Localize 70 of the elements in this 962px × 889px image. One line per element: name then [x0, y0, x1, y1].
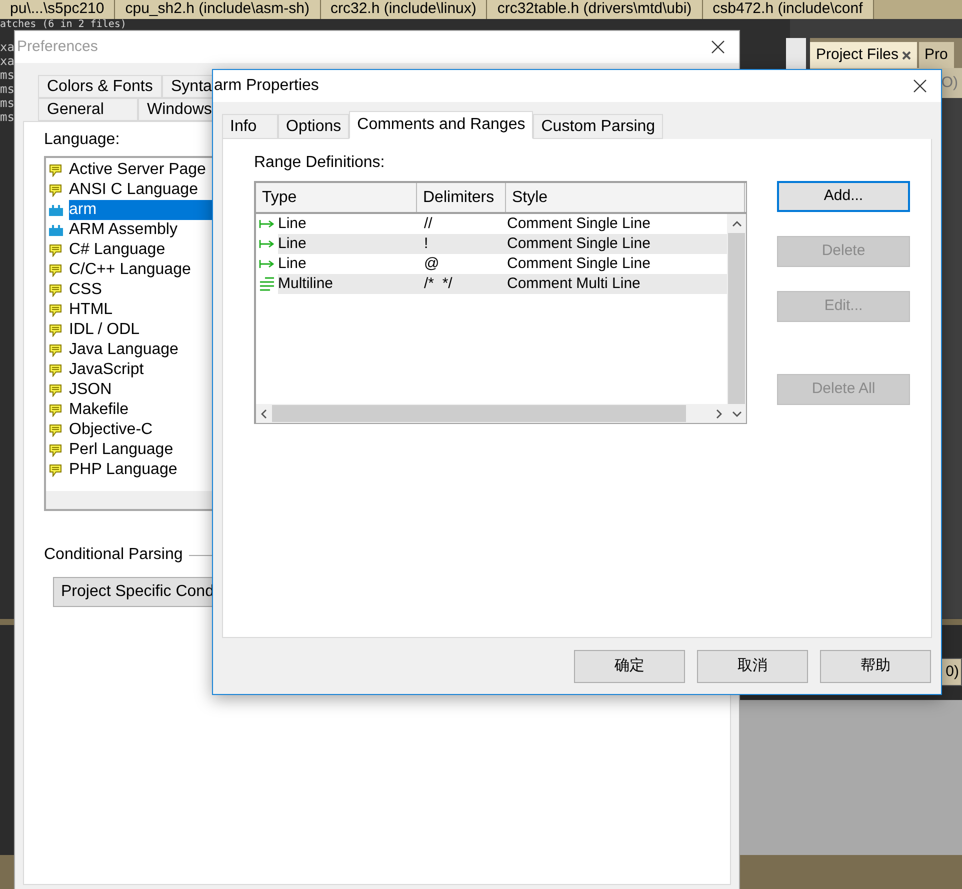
table-cell-text: Line	[278, 234, 308, 254]
window-title: Preferences	[17, 36, 98, 57]
tab[interactable]: Colors & Fonts	[38, 75, 162, 98]
table-cell-text: Comment Multi Line	[507, 274, 640, 294]
table-cell-text: Comment Single Line	[507, 254, 650, 274]
range-definitions-label: Range Definitions:	[254, 153, 386, 173]
tab[interactable]: Custom Parsing	[533, 114, 664, 139]
table-cell-text: !	[423, 234, 430, 254]
speech-bubble-icon	[49, 384, 63, 396]
speech-bubble-icon	[49, 444, 63, 456]
speech-bubble-icon	[49, 364, 63, 376]
tab[interactable]: General	[38, 98, 138, 121]
editor-line: ms	[0, 82, 14, 96]
editor-line: ms	[0, 110, 14, 124]
editor-tab[interactable]: crc32table.h (drivers\mtd\ubi)	[487, 0, 703, 19]
dialog-button[interactable]: 取消	[697, 650, 808, 683]
speech-bubble-icon	[49, 344, 63, 356]
language-label: Language:	[44, 130, 121, 150]
tab[interactable]: Info	[222, 114, 278, 139]
speech-bubble-icon	[49, 464, 63, 476]
close-icon[interactable]	[711, 40, 725, 54]
group-label: Conditional Parsing	[44, 545, 183, 565]
lines-icon	[259, 277, 275, 291]
editor-tab[interactable]: crc32.h (include\linux)	[320, 0, 488, 19]
column-header[interactable]: Type	[256, 183, 417, 212]
speech-bubble-icon	[49, 244, 63, 256]
speech-bubble-icon	[49, 404, 63, 416]
action-button[interactable]: Add...	[777, 181, 910, 212]
panel-fragment: 0)	[946, 662, 959, 682]
speech-bubble-icon	[49, 324, 63, 336]
panel-tab[interactable]: Pro	[918, 42, 954, 68]
tab[interactable]: Options	[278, 114, 350, 139]
table-cell-text: //	[423, 214, 434, 234]
speech-bubble-icon	[49, 284, 63, 296]
arrow-icon	[259, 239, 275, 249]
vertical-scrollbar[interactable]	[727, 214, 746, 423]
editor-line: ms	[0, 68, 14, 82]
editor-tab[interactable]: pu\...\s5pc210	[0, 0, 116, 19]
table-cell-text: Comment Single Line	[507, 214, 650, 234]
table-cell-text: /* */	[423, 274, 454, 294]
horizontal-scrollbar[interactable]	[256, 404, 727, 423]
table-cell-text: Line	[278, 214, 308, 234]
editor-line: xa	[0, 54, 14, 68]
panel-fragment: O)	[941, 72, 958, 93]
close-icon[interactable]	[902, 50, 911, 60]
table-cell-text: Line	[278, 254, 308, 274]
block-icon	[49, 204, 63, 216]
editor-line: xa	[0, 40, 14, 54]
table-cell-text: Comment Single Line	[507, 234, 650, 254]
dialog-button[interactable]: 帮助	[820, 650, 931, 683]
editor-tab[interactable]: cpu_sh2.h (include\asm-sh)	[115, 0, 320, 19]
speech-bubble-icon	[49, 264, 63, 276]
table-cell-text: @	[423, 254, 440, 274]
search-results-header: atches (6 in 2 files)	[0, 19, 126, 30]
arrow-icon	[259, 259, 275, 269]
panel-tab[interactable]: Project Files	[810, 42, 917, 68]
editor-line: ms	[0, 96, 14, 110]
column-header[interactable]: Style	[506, 183, 745, 212]
table-cell-text: Multiline	[278, 274, 334, 294]
speech-bubble-icon	[49, 304, 63, 316]
arrow-icon	[259, 219, 275, 229]
editor-tab[interactable]: csb472.h (include\conf	[702, 0, 874, 19]
block-icon	[49, 224, 63, 236]
close-icon[interactable]	[913, 79, 927, 93]
column-header[interactable]: Delimiters	[417, 183, 506, 212]
dialog-button[interactable]: 确定	[574, 650, 685, 683]
speech-bubble-icon	[49, 184, 63, 196]
tab[interactable]: Comments and Ranges	[349, 111, 534, 139]
speech-bubble-icon	[49, 164, 63, 176]
speech-bubble-icon	[49, 424, 63, 436]
